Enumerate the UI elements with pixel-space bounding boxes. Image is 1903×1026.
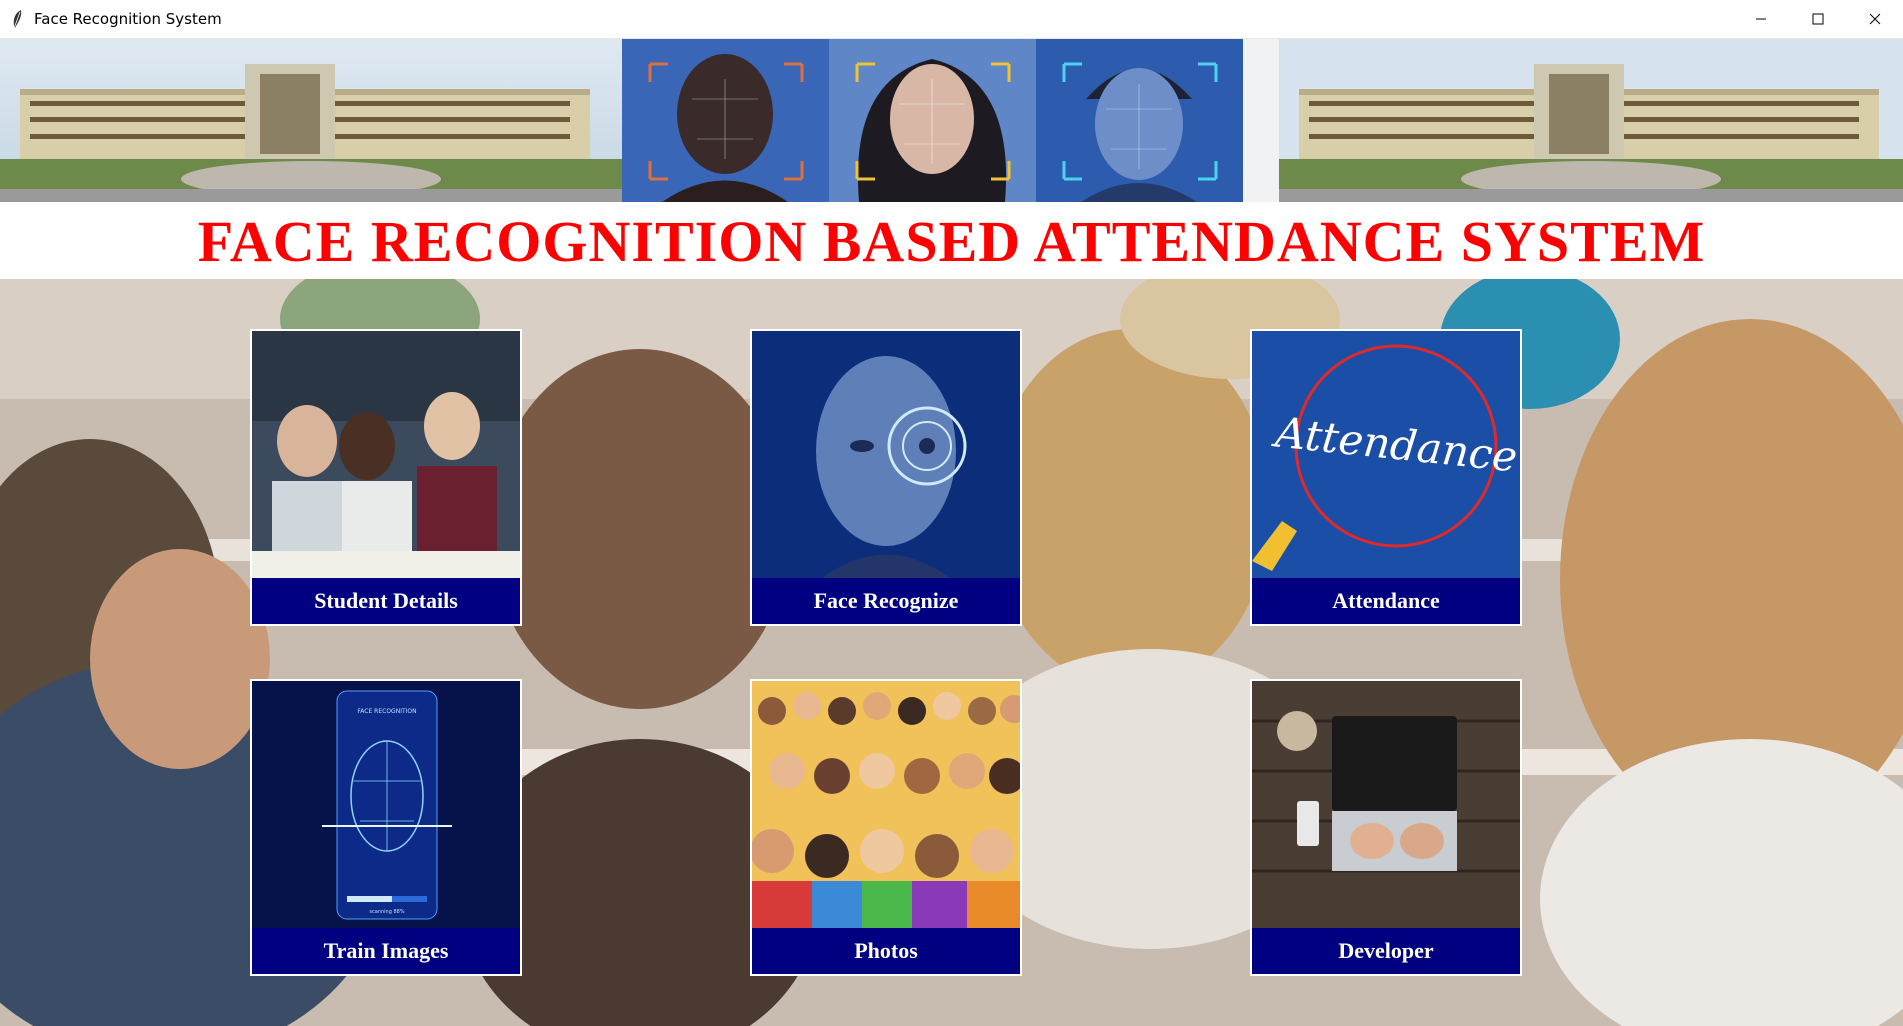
face-recognize-button[interactable]: Face Recognize xyxy=(750,329,1022,626)
scanning-progress-text: scanning 88% xyxy=(369,909,404,915)
maximize-icon xyxy=(1812,13,1823,25)
page-title: FACE RECOGNITION BASED ATTENDANCE SYSTEM xyxy=(197,208,1706,274)
student-details-button[interactable]: Student Details xyxy=(250,329,522,626)
photos-button[interactable]: Photos xyxy=(750,679,1022,976)
face-scan-image xyxy=(752,331,1020,578)
close-button[interactable] xyxy=(1846,0,1903,38)
minimize-icon xyxy=(1755,18,1766,20)
photos-label: Photos xyxy=(752,928,1020,974)
close-icon xyxy=(1869,13,1880,25)
banner xyxy=(0,39,1903,202)
heading-bar: FACE RECOGNITION BASED ATTENDANCE SYSTEM xyxy=(0,203,1903,279)
maximize-button[interactable] xyxy=(1789,0,1846,38)
developer-label: Developer xyxy=(1252,928,1520,974)
train-images-button[interactable]: FACE RECOGNITION scanning 88% Train Imag… xyxy=(250,679,522,976)
face-recognition-image-text: FACE RECOGNITION xyxy=(357,708,416,715)
laptop-image xyxy=(1252,681,1520,928)
face-scan-tile-1 xyxy=(622,39,829,202)
train-images-label: Train Images xyxy=(252,928,520,974)
campus-building-image-left xyxy=(0,39,622,202)
classroom-background-image: Student Details Face Recognize Attendanc… xyxy=(0,279,1903,1026)
crowd-image xyxy=(752,681,1020,928)
minimize-button[interactable] xyxy=(1732,0,1789,38)
attendance-button[interactable]: Attendance Attendance xyxy=(1250,329,1522,626)
face-scan-tile-2 xyxy=(829,39,1036,202)
feather-icon xyxy=(4,0,30,38)
attendance-label: Attendance xyxy=(1252,578,1520,624)
face-mesh-image: FACE RECOGNITION scanning 88% xyxy=(252,681,520,928)
developer-button[interactable]: Developer xyxy=(1250,679,1522,976)
students-image xyxy=(252,331,520,578)
face-recognize-label: Face Recognize xyxy=(752,578,1020,624)
attendance-image: Attendance xyxy=(1252,331,1520,578)
face-scan-tile-3 xyxy=(1036,39,1243,202)
campus-building-image-right xyxy=(1279,39,1903,202)
window-title: Face Recognition System xyxy=(34,10,222,28)
student-details-label: Student Details xyxy=(252,578,520,624)
title-bar: Face Recognition System xyxy=(0,0,1903,39)
